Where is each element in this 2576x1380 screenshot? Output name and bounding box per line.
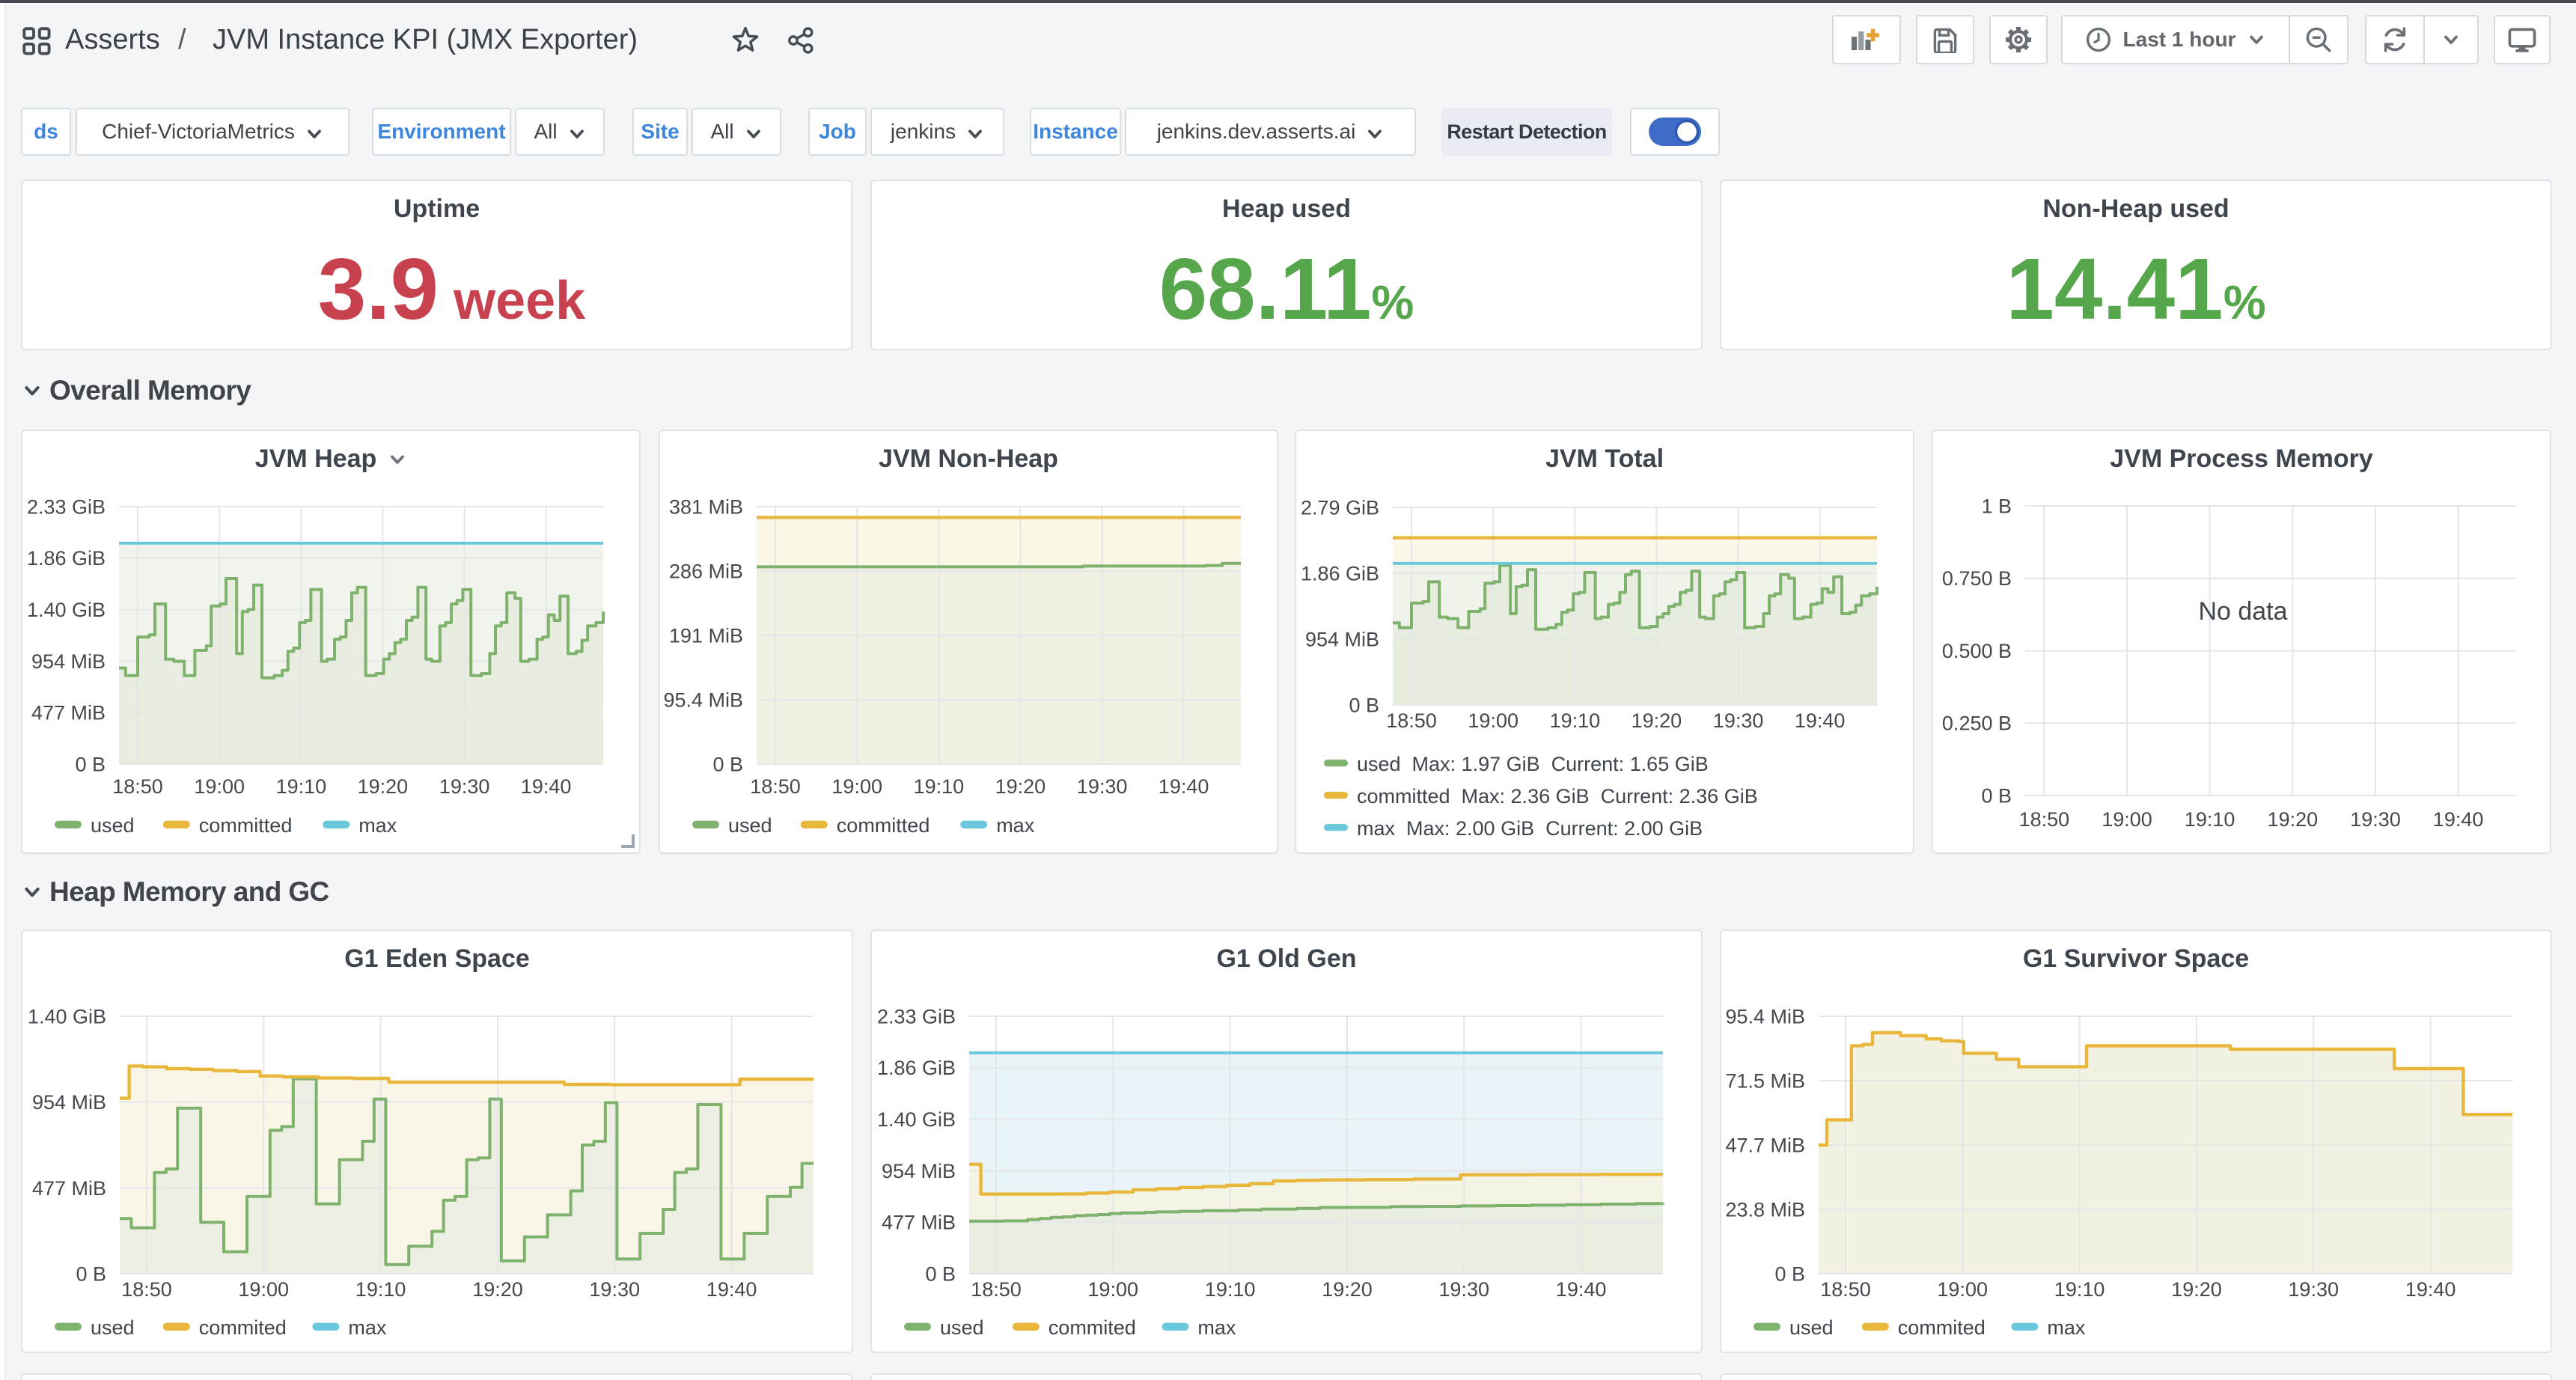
svg-text:max: max (1197, 1316, 1236, 1339)
svg-text:19:40: 19:40 (1159, 775, 1209, 798)
svg-text:23.8 MiB: 23.8 MiB (1725, 1198, 1805, 1221)
svg-text:19:20: 19:20 (995, 775, 1046, 798)
svg-text:19:20: 19:20 (2268, 808, 2319, 831)
svg-text:18:50: 18:50 (971, 1278, 1022, 1301)
svg-text:used: used (1789, 1316, 1834, 1339)
svg-text:19:40: 19:40 (1795, 709, 1846, 732)
svg-text:19:10: 19:10 (2185, 808, 2235, 831)
svg-text:19:30: 19:30 (439, 775, 490, 798)
svg-text:19:10: 19:10 (1550, 709, 1601, 732)
svg-text:18:50: 18:50 (2019, 808, 2070, 831)
svg-text:max Max: 2.00 GiB Current: 2: max Max: 2.00 GiB Current: 2.00 GiB (1357, 817, 1703, 840)
svg-text:19:10: 19:10 (2054, 1278, 2105, 1301)
svg-text:71.5 MiB: 71.5 MiB (1725, 1069, 1805, 1092)
svg-text:19:30: 19:30 (1077, 775, 1128, 798)
svg-text:18:50: 18:50 (121, 1278, 172, 1301)
svg-text:19:40: 19:40 (1556, 1278, 1607, 1301)
svg-text:19:40: 19:40 (706, 1278, 757, 1301)
svg-text:18:50: 18:50 (112, 775, 163, 798)
svg-text:0 B: 0 B (1981, 784, 2012, 807)
svg-text:381 MiB: 381 MiB (669, 495, 743, 518)
svg-text:19:00: 19:00 (1468, 709, 1519, 732)
svg-text:used: used (728, 814, 772, 837)
svg-text:1.86 GiB: 1.86 GiB (27, 547, 106, 570)
svg-text:No data: No data (2198, 597, 2287, 626)
svg-text:477 MiB: 477 MiB (32, 1177, 106, 1200)
svg-text:commited: commited (199, 1316, 287, 1339)
svg-text:committed: committed (199, 814, 293, 837)
svg-text:0 B: 0 B (1349, 694, 1379, 716)
svg-text:2.33 GiB: 2.33 GiB (877, 1005, 956, 1028)
svg-text:19:20: 19:20 (472, 1278, 523, 1301)
svg-text:19:40: 19:40 (2405, 1278, 2456, 1301)
svg-text:954 MiB: 954 MiB (31, 650, 106, 673)
svg-text:19:40: 19:40 (521, 775, 572, 798)
svg-text:2.79 GiB: 2.79 GiB (1301, 496, 1379, 519)
svg-text:477 MiB: 477 MiB (31, 702, 106, 724)
svg-text:used: used (940, 1316, 984, 1339)
svg-text:0 B: 0 B (75, 753, 106, 775)
svg-text:286 MiB: 286 MiB (669, 560, 743, 582)
svg-text:0 B: 0 B (712, 753, 743, 775)
svg-text:19:00: 19:00 (194, 775, 245, 798)
svg-text:1.86 GiB: 1.86 GiB (877, 1057, 956, 1079)
svg-text:477 MiB: 477 MiB (882, 1212, 956, 1234)
svg-text:18:50: 18:50 (750, 775, 801, 798)
svg-text:0 B: 0 B (76, 1263, 106, 1285)
svg-text:19:10: 19:10 (914, 775, 965, 798)
svg-text:19:10: 19:10 (355, 1278, 406, 1301)
svg-text:0.500 B: 0.500 B (1942, 640, 2012, 662)
svg-text:95.4 MiB: 95.4 MiB (1725, 1005, 1805, 1028)
svg-text:1.86 GiB: 1.86 GiB (1301, 562, 1379, 584)
svg-text:19:30: 19:30 (589, 1278, 640, 1301)
svg-text:1.40 GiB: 1.40 GiB (27, 599, 106, 621)
svg-text:19:10: 19:10 (276, 775, 327, 798)
svg-text:max: max (348, 1316, 387, 1339)
svg-text:19:20: 19:20 (358, 775, 409, 798)
svg-text:19:00: 19:00 (831, 775, 882, 798)
svg-text:max: max (358, 814, 397, 837)
svg-text:19:20: 19:20 (1632, 709, 1682, 732)
svg-text:19:30: 19:30 (2350, 808, 2401, 831)
svg-text:19:20: 19:20 (1322, 1278, 1373, 1301)
svg-text:19:10: 19:10 (1205, 1278, 1256, 1301)
svg-text:191 MiB: 191 MiB (669, 624, 743, 647)
svg-text:0 B: 0 B (1774, 1263, 1805, 1285)
svg-text:0.750 B: 0.750 B (1942, 567, 2012, 590)
svg-text:19:40: 19:40 (2433, 808, 2484, 831)
svg-text:used Max: 1.97 GiB Current:: used Max: 1.97 GiB Current: 1.65 GiB (1357, 753, 1709, 775)
svg-text:committed Max: 2.36 GiB Curr: committed Max: 2.36 GiB Current: 2.36 Gi… (1357, 785, 1758, 807)
svg-text:954 MiB: 954 MiB (882, 1160, 956, 1182)
svg-text:19:30: 19:30 (1438, 1278, 1489, 1301)
svg-text:19:00: 19:00 (2102, 808, 2152, 831)
svg-text:commited: commited (1898, 1316, 1986, 1339)
svg-text:18:50: 18:50 (1386, 709, 1437, 732)
svg-text:47.7 MiB: 47.7 MiB (1725, 1134, 1805, 1156)
svg-text:used: used (91, 814, 135, 837)
svg-text:used: used (91, 1316, 135, 1339)
svg-text:1.40 GiB: 1.40 GiB (877, 1108, 956, 1131)
svg-text:19:30: 19:30 (2288, 1278, 2339, 1301)
svg-text:0.250 B: 0.250 B (1942, 712, 2012, 735)
svg-text:954 MiB: 954 MiB (32, 1091, 106, 1114)
svg-text:1.40 GiB: 1.40 GiB (28, 1005, 106, 1028)
svg-text:19:00: 19:00 (238, 1278, 289, 1301)
svg-text:95.4 MiB: 95.4 MiB (663, 689, 743, 711)
svg-text:commited: commited (1049, 1316, 1136, 1339)
svg-text:committed: committed (837, 814, 930, 837)
svg-text:19:00: 19:00 (1937, 1278, 1988, 1301)
svg-text:1 B: 1 B (1981, 495, 2012, 517)
svg-text:max: max (2047, 1316, 2086, 1339)
svg-text:19:30: 19:30 (1713, 709, 1764, 732)
svg-text:19:00: 19:00 (1087, 1278, 1138, 1301)
svg-text:954 MiB: 954 MiB (1305, 628, 1379, 650)
svg-text:0 B: 0 B (925, 1263, 956, 1285)
svg-text:18:50: 18:50 (1820, 1278, 1871, 1301)
svg-text:max: max (996, 814, 1035, 837)
svg-text:2.33 GiB: 2.33 GiB (27, 495, 106, 518)
svg-text:19:20: 19:20 (2171, 1278, 2222, 1301)
